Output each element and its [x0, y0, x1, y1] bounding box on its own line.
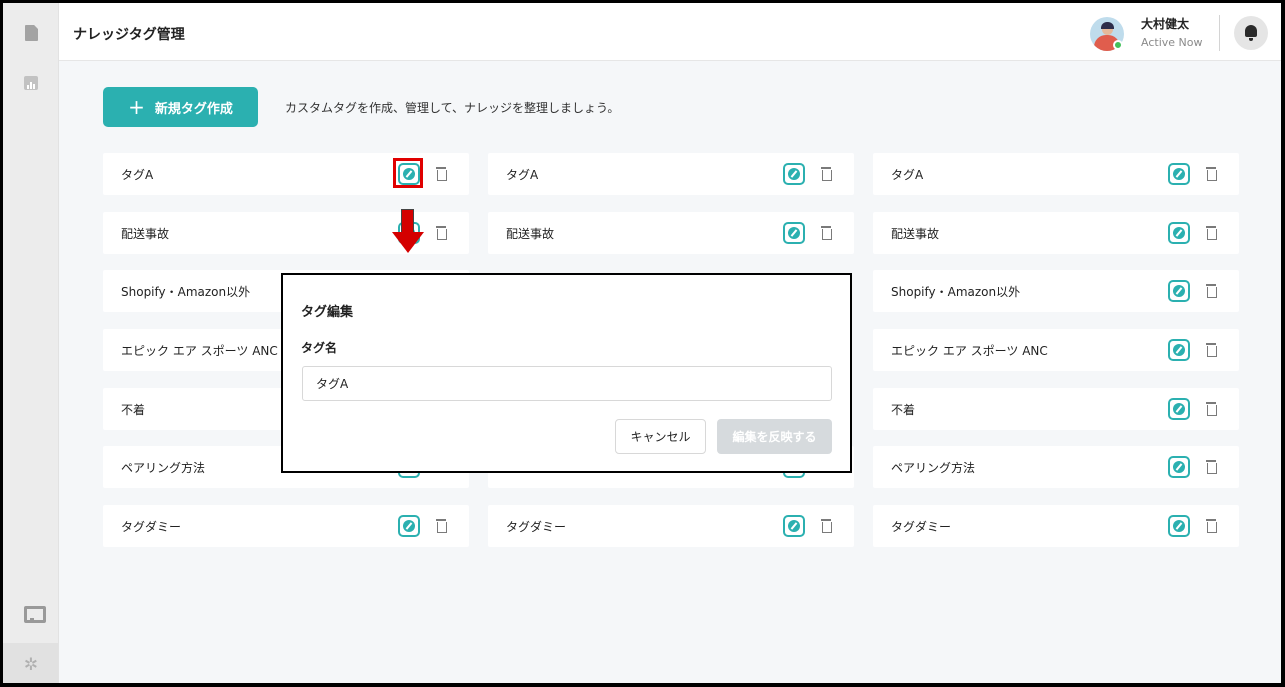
tag-card: 不着 [873, 388, 1239, 430]
plus-icon: + [128, 95, 145, 119]
tag-card: タグA [488, 153, 854, 195]
tag-name-label: タグ名 [301, 341, 338, 355]
trash-icon[interactable] [821, 226, 832, 240]
trash-icon[interactable] [1206, 402, 1217, 416]
tag-label: 配送事故 [506, 227, 555, 241]
gear-icon: ✲ [23, 655, 39, 675]
tag-card: Shopify・Amazon以外 [873, 270, 1239, 312]
new-tag-button[interactable]: + 新規タグ作成 [103, 87, 258, 127]
tag-label: Shopify・Amazon以外 [891, 285, 1021, 299]
tag-label: タグダミー [891, 520, 952, 534]
down-arrow-icon [401, 209, 414, 233]
tag-card: 配送事故 [873, 212, 1239, 254]
settings-nav-item[interactable]: ✲ [3, 643, 58, 683]
tag-label: 配送事故 [121, 227, 170, 241]
edit-icon[interactable] [1168, 163, 1190, 185]
tag-label: タグA [506, 168, 539, 182]
tag-name-input[interactable] [302, 366, 832, 401]
bell-icon[interactable] [1234, 16, 1268, 50]
monitor-icon[interactable] [24, 606, 46, 623]
new-tag-label: 新規タグ作成 [154, 101, 233, 117]
tag-label: 配送事故 [891, 227, 940, 241]
chart-icon[interactable] [24, 76, 40, 92]
header: ナレッジタグ管理 大村健太 Active Now [59, 3, 1281, 61]
trash-icon[interactable] [1206, 284, 1217, 298]
tag-card: タグダミー [488, 505, 854, 547]
tag-label: 不着 [121, 403, 146, 417]
tag-card: タグダミー [103, 505, 469, 547]
tag-label: タグダミー [121, 520, 182, 534]
edit-icon[interactable] [1168, 222, 1190, 244]
cancel-button[interactable]: キャンセル [615, 419, 706, 454]
hint-text: カスタムタグを作成、管理して、ナレッジを整理しましょう。 [285, 101, 620, 115]
tag-label: ペアリング方法 [891, 461, 976, 475]
edit-icon[interactable] [1168, 280, 1190, 302]
edit-icon[interactable] [783, 163, 805, 185]
edit-icon[interactable] [1168, 398, 1190, 420]
tag-card: タグA [873, 153, 1239, 195]
tag-label: ペアリング方法 [121, 461, 206, 475]
online-status-dot [1113, 40, 1123, 50]
trash-icon[interactable] [1206, 226, 1217, 240]
trash-icon[interactable] [821, 167, 832, 181]
tag-label: Shopify・Amazon以外 [121, 285, 251, 299]
user-status: Active Now [1141, 36, 1203, 49]
edit-icon[interactable] [398, 515, 420, 537]
sidebar: ✲ [3, 3, 59, 683]
edit-icon[interactable] [1168, 456, 1190, 478]
edit-icon[interactable] [1168, 339, 1190, 361]
user-name: 大村健太 [1141, 17, 1190, 31]
tag-card: タグダミー [873, 505, 1239, 547]
arrow-head [392, 232, 424, 253]
edit-icon[interactable] [783, 222, 805, 244]
trash-icon[interactable] [821, 519, 832, 533]
tag-card: ペアリング方法 [873, 446, 1239, 488]
modal-title: タグ編集 [301, 305, 354, 320]
tag-label: タグA [121, 168, 154, 182]
edit-icon[interactable] [1168, 515, 1190, 537]
page-title: ナレッジタグ管理 [73, 27, 185, 43]
tag-label: タグA [891, 168, 924, 182]
document-icon[interactable] [24, 25, 40, 41]
trash-icon[interactable] [1206, 343, 1217, 357]
tag-card: エピック エア スポーツ ANC [873, 329, 1239, 371]
app-frame: ✲ ナレッジタグ管理 大村健太 Active Now + 新規タグ作成 カスタム… [0, 0, 1285, 687]
apply-edit-button[interactable]: 編集を反映する [717, 419, 832, 454]
edit-icon[interactable] [783, 515, 805, 537]
tag-label: 不着 [891, 403, 916, 417]
tag-label: エピック エア スポーツ ANC [121, 344, 278, 358]
trash-icon[interactable] [436, 167, 447, 181]
trash-icon[interactable] [436, 226, 447, 240]
highlight-box [393, 158, 423, 188]
trash-icon[interactable] [1206, 460, 1217, 474]
trash-icon[interactable] [1206, 519, 1217, 533]
header-divider [1219, 15, 1220, 51]
tag-label: エピック エア スポーツ ANC [891, 344, 1048, 358]
trash-icon[interactable] [1206, 167, 1217, 181]
trash-icon[interactable] [436, 519, 447, 533]
tag-label: タグダミー [506, 520, 567, 534]
tag-card: 配送事故 [488, 212, 854, 254]
edit-tag-modal: タグ編集 タグ名 キャンセル 編集を反映する [281, 273, 852, 473]
